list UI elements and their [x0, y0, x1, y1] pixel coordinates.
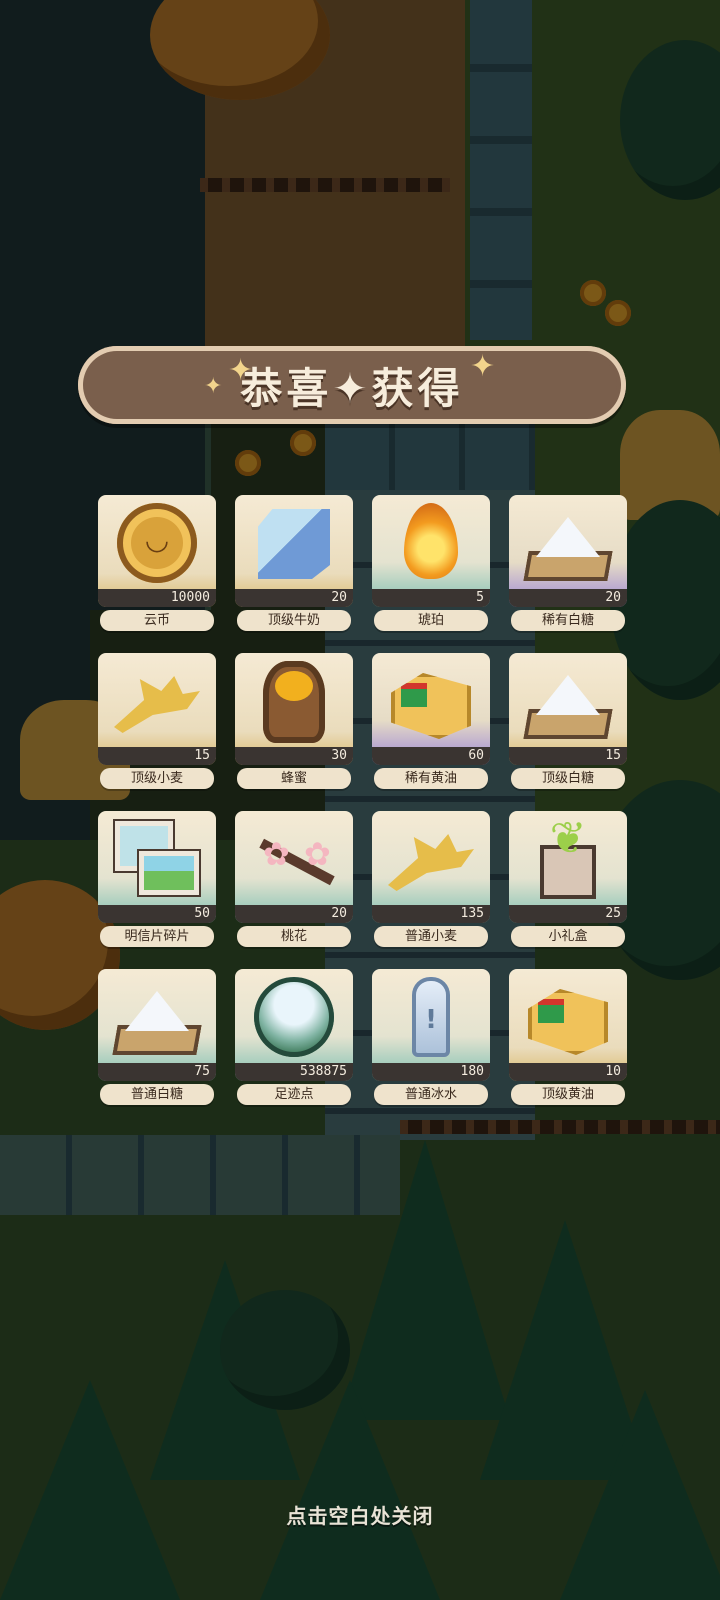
reward-quantity: 15 — [509, 747, 627, 765]
reward-card[interactable]: 10000 云币 — [98, 495, 216, 631]
reward-name: 普通小麦 — [374, 926, 488, 947]
reward-name: 蜂蜜 — [237, 768, 351, 789]
reward-quantity: 10 — [509, 1063, 627, 1081]
reward-quantity: 10000 — [98, 589, 216, 607]
reward-name: 云币 — [100, 610, 214, 631]
reward-name: 顶级牛奶 — [237, 610, 351, 631]
reward-card[interactable]: 30 蜂蜜 — [235, 653, 353, 789]
reward-name: 顶级小麦 — [100, 768, 214, 789]
peach-blossom-icon — [251, 819, 337, 899]
reward-quantity: 15 — [98, 747, 216, 765]
sparkle-icon: ✦ — [228, 353, 254, 388]
reward-name: 桃花 — [237, 926, 351, 947]
reward-quantity: 20 — [509, 589, 627, 607]
reward-card-frame: 15 — [509, 653, 627, 765]
sparkle-icon: ✦ — [470, 349, 496, 384]
reward-card[interactable]: 180 普通冰水 — [372, 969, 490, 1105]
reward-card[interactable]: 15 顶级白糖 — [509, 653, 627, 789]
reward-card-frame: 60 — [372, 653, 490, 765]
reward-card[interactable]: 25 小礼盒 — [509, 811, 627, 947]
reward-card-frame: 15 — [98, 653, 216, 765]
reward-card-frame: 50 — [98, 811, 216, 923]
reward-card[interactable]: 60 稀有黄油 — [372, 653, 490, 789]
reward-grid: 10000 云币 20 顶级牛奶 5 琥珀 20 稀有白糖 15 顶级小麦 30 蜂蜜 60 稀有黄油 15… — [98, 495, 628, 1105]
reward-name: 普通白糖 — [100, 1084, 214, 1105]
reward-card[interactable]: 20 稀有白糖 — [509, 495, 627, 631]
sugar-icon — [525, 661, 611, 741]
reward-name: 明信片碎片 — [100, 926, 214, 947]
reward-quantity: 538875 — [235, 1063, 353, 1081]
reward-name: 普通冰水 — [374, 1084, 488, 1105]
reward-card-frame: 180 — [372, 969, 490, 1081]
reward-card[interactable]: 20 桃花 — [235, 811, 353, 947]
reward-quantity: 135 — [372, 905, 490, 923]
reward-card-frame: 20 — [509, 495, 627, 607]
reward-card-frame: 5 — [372, 495, 490, 607]
reward-name: 顶级白糖 — [511, 768, 625, 789]
milk-carton-icon — [251, 503, 337, 583]
gift-box-icon — [525, 813, 611, 899]
orb-icon — [251, 977, 337, 1057]
reward-card[interactable]: 50 明信片碎片 — [98, 811, 216, 947]
reward-card-frame: 75 — [98, 969, 216, 1081]
reward-card-frame: 25 — [509, 811, 627, 923]
butter-icon — [525, 977, 611, 1057]
honey-jar-icon — [251, 661, 337, 743]
reward-quantity: 75 — [98, 1063, 216, 1081]
banner-title: 恭喜✦获得 — [240, 363, 464, 413]
amber-icon — [388, 503, 474, 583]
reward-card[interactable]: 538875 足迹点 — [235, 969, 353, 1105]
wheat-icon — [388, 819, 474, 899]
congrats-banner: ✦ ✦ ✦ 恭喜✦获得 — [78, 346, 626, 424]
reward-card-frame: 20 — [235, 495, 353, 607]
reward-card-frame: 135 — [372, 811, 490, 923]
reward-card[interactable]: 10 顶级黄油 — [509, 969, 627, 1105]
ice-water-icon — [388, 977, 474, 1057]
reward-quantity: 50 — [98, 905, 216, 923]
sugar-icon — [114, 977, 200, 1057]
reward-card[interactable]: 5 琥珀 — [372, 495, 490, 631]
reward-card[interactable]: 20 顶级牛奶 — [235, 495, 353, 631]
reward-name: 顶级黄油 — [511, 1084, 625, 1105]
reward-card-frame: 30 — [235, 653, 353, 765]
reward-quantity: 20 — [235, 589, 353, 607]
reward-name: 足迹点 — [237, 1084, 351, 1105]
reward-card[interactable]: 135 普通小麦 — [372, 811, 490, 947]
reward-card-frame: 10000 — [98, 495, 216, 607]
coin-icon — [114, 503, 200, 583]
close-hint[interactable]: 点击空白处关闭 — [0, 1500, 720, 1529]
reward-card-frame: 20 — [235, 811, 353, 923]
butter-icon — [388, 661, 474, 741]
reward-quantity: 20 — [235, 905, 353, 923]
reward-name: 琥珀 — [374, 610, 488, 631]
reward-name: 稀有黄油 — [374, 768, 488, 789]
reward-quantity: 60 — [372, 747, 490, 765]
reward-card-frame: 538875 — [235, 969, 353, 1081]
reward-quantity: 25 — [509, 905, 627, 923]
reward-card[interactable]: 75 普通白糖 — [98, 969, 216, 1105]
sparkle-icon: ✦ — [204, 374, 223, 399]
wheat-icon — [114, 661, 200, 741]
reward-quantity: 30 — [235, 747, 353, 765]
reward-name: 小礼盒 — [511, 926, 625, 947]
reward-name: 稀有白糖 — [511, 610, 625, 631]
reward-card-frame: 10 — [509, 969, 627, 1081]
reward-card[interactable]: 15 顶级小麦 — [98, 653, 216, 789]
reward-quantity: 5 — [372, 589, 490, 607]
sugar-icon — [525, 503, 611, 583]
reward-quantity: 180 — [372, 1063, 490, 1081]
postcard-icon — [114, 819, 200, 899]
